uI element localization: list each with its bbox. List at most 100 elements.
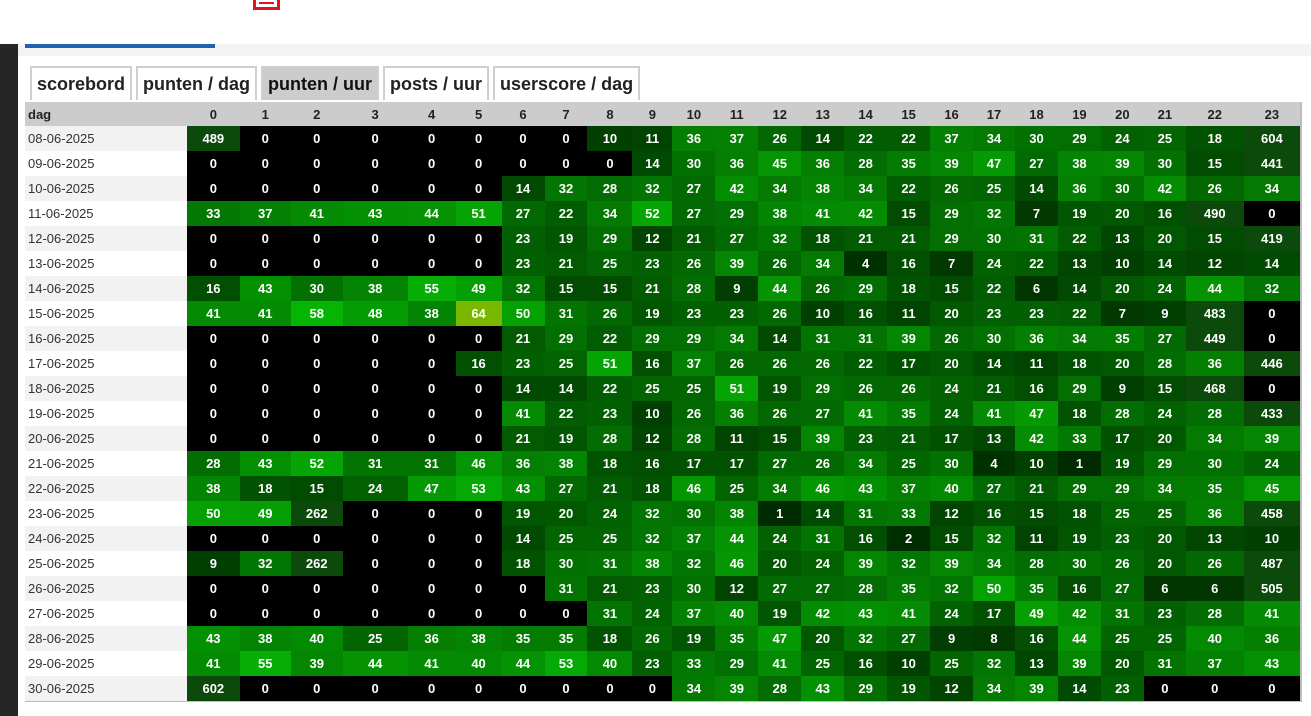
heat-cell: 19 bbox=[672, 626, 716, 651]
heat-cell: 50 bbox=[186, 501, 240, 526]
heat-cell: 29 bbox=[930, 201, 974, 226]
heat-cell: 41 bbox=[758, 651, 802, 676]
heat-cell: 24 bbox=[930, 401, 974, 426]
heat-cell: 39 bbox=[930, 551, 974, 576]
heat-cell: 0 bbox=[186, 526, 240, 551]
heat-cell: 36 bbox=[801, 151, 845, 176]
heat-cell: 22 bbox=[973, 276, 1015, 301]
heat-cell: 22 bbox=[544, 401, 588, 426]
hour-header: 3 bbox=[342, 102, 408, 126]
heat-cell: 0 bbox=[342, 601, 408, 626]
menu-icon[interactable] bbox=[253, 0, 280, 10]
heat-cell: 42 bbox=[1015, 426, 1058, 451]
heat-cell: 25 bbox=[544, 351, 588, 376]
heat-cell: 0 bbox=[342, 151, 408, 176]
heat-cell: 7 bbox=[1100, 301, 1144, 326]
tab-punten-uur[interactable]: punten / uur bbox=[261, 66, 380, 100]
heat-cell: 16 bbox=[186, 276, 240, 301]
hour-header: 4 bbox=[407, 102, 456, 126]
heat-cell: 0 bbox=[239, 376, 291, 401]
heat-cell: 20 bbox=[1100, 351, 1144, 376]
heat-cell: 29 bbox=[1057, 126, 1101, 151]
heat-cell: 0 bbox=[186, 426, 240, 451]
heat-cell: 28 bbox=[186, 451, 240, 476]
heat-cell: 18 bbox=[1185, 126, 1244, 151]
row-date: 08-06-2025 bbox=[25, 126, 187, 151]
heat-cell: 11 bbox=[887, 301, 931, 326]
heat-cell: 14 bbox=[1143, 251, 1186, 276]
row-date: 21-06-2025 bbox=[25, 451, 187, 476]
hour-header: 13 bbox=[801, 102, 845, 126]
heat-cell: 45 bbox=[1243, 476, 1300, 501]
heat-cell: 0 bbox=[455, 251, 502, 276]
heat-cell: 25 bbox=[632, 376, 673, 401]
heat-cell: 25 bbox=[544, 526, 588, 551]
heat-cell: 0 bbox=[455, 326, 502, 351]
heat-cell: 41 bbox=[186, 301, 240, 326]
heat-cell: 39 bbox=[930, 151, 974, 176]
heat-cell: 36 bbox=[1015, 326, 1058, 351]
heat-cell: 16 bbox=[1015, 626, 1058, 651]
heat-cell: 41 bbox=[973, 401, 1015, 426]
tab-userscore-dag[interactable]: userscore / dag bbox=[493, 66, 641, 100]
row-date: 30-06-2025 bbox=[25, 676, 187, 701]
heat-cell: 17 bbox=[887, 351, 931, 376]
heat-cell: 36 bbox=[1057, 176, 1101, 201]
heat-cell: 23 bbox=[1100, 676, 1144, 701]
heat-cell: 489 bbox=[186, 126, 240, 151]
heat-cell: 27 bbox=[544, 476, 588, 501]
heat-cell: 39 bbox=[715, 676, 759, 701]
heat-cell: 0 bbox=[587, 151, 633, 176]
heat-cell: 34 bbox=[973, 676, 1015, 701]
table-row: 26-06-2025 0 0 0 0 0 0 0 31 21 23 30 12 27 27 28 35 32 50 3… bbox=[25, 576, 1300, 601]
heat-cell: 15 bbox=[930, 526, 974, 551]
heat-cell: 0 bbox=[290, 176, 343, 201]
heat-cell: 19 bbox=[1057, 526, 1101, 551]
heat-cell: 0 bbox=[1243, 676, 1300, 701]
heat-cell: 15 bbox=[758, 426, 802, 451]
table-row: 21-06-2025 28 43 52 31 31 46 36 38 18 16 17 17 27 26 34… bbox=[25, 451, 1300, 476]
heat-cell: 12 bbox=[715, 576, 759, 601]
heat-cell: 20 bbox=[1143, 551, 1186, 576]
tab-scorebord[interactable]: scorebord bbox=[30, 66, 133, 100]
heat-cell: 0 bbox=[407, 526, 456, 551]
heat-cell: 25 bbox=[587, 526, 633, 551]
row-date: 12-06-2025 bbox=[25, 226, 187, 251]
hour-header: 18 bbox=[1015, 102, 1058, 126]
tab-posts-uur[interactable]: posts / uur bbox=[383, 66, 490, 100]
heat-cell: 18 bbox=[801, 226, 845, 251]
row-date: 15-06-2025 bbox=[25, 301, 187, 326]
heat-cell: 29 bbox=[844, 676, 888, 701]
heat-cell: 26 bbox=[1185, 551, 1244, 576]
heat-cell: 16 bbox=[455, 351, 502, 376]
heat-cell: 0 bbox=[1185, 676, 1244, 701]
heat-cell: 0 bbox=[239, 401, 291, 426]
heat-cell: 22 bbox=[544, 201, 588, 226]
heat-cell: 30 bbox=[973, 226, 1015, 251]
heat-cell: 0 bbox=[186, 226, 240, 251]
heat-cell: 24 bbox=[1143, 401, 1186, 426]
heat-cell: 21 bbox=[544, 251, 588, 276]
tab-punten-dag[interactable]: punten / dag bbox=[136, 66, 258, 100]
heat-cell: 0 bbox=[407, 426, 456, 451]
heat-cell: 19 bbox=[632, 301, 673, 326]
heat-cell: 28 bbox=[1143, 351, 1186, 376]
heat-cell: 15 bbox=[587, 276, 633, 301]
heat-cell: 30 bbox=[544, 551, 588, 576]
heat-cell: 41 bbox=[844, 401, 888, 426]
heat-cell: 22 bbox=[587, 326, 633, 351]
heat-cell: 39 bbox=[715, 251, 759, 276]
heat-cell: 25 bbox=[672, 376, 716, 401]
heat-cell: 36 bbox=[1243, 626, 1300, 651]
heat-cell: 34 bbox=[844, 176, 888, 201]
heat-cell: 14 bbox=[801, 126, 845, 151]
heat-cell: 28 bbox=[672, 426, 716, 451]
heat-cell: 51 bbox=[715, 376, 759, 401]
hour-header: 15 bbox=[887, 102, 931, 126]
heat-cell: 35 bbox=[544, 626, 588, 651]
heat-cell: 0 bbox=[455, 676, 502, 701]
heat-cell: 19 bbox=[758, 376, 802, 401]
heat-cell: 0 bbox=[239, 576, 291, 601]
hour-header: 22 bbox=[1185, 102, 1244, 126]
heat-cell: 46 bbox=[455, 451, 502, 476]
